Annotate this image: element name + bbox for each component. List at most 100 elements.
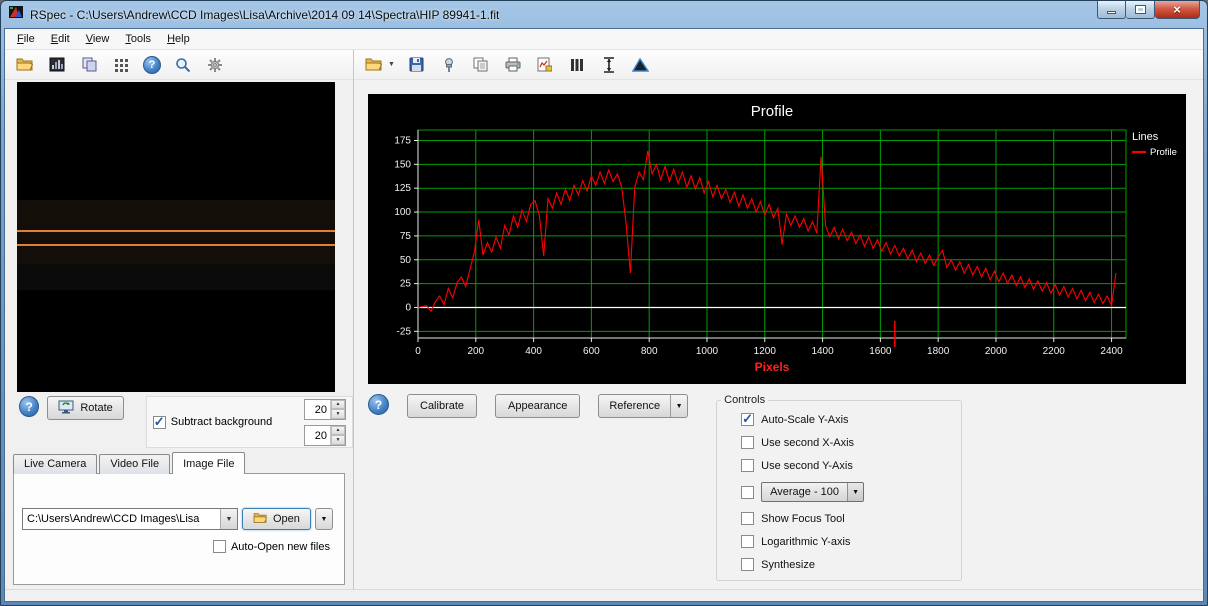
image-preview[interactable]: [17, 82, 335, 392]
synthesize-checkbox[interactable]: [741, 558, 754, 571]
logarithmic-y-checkbox[interactable]: [741, 535, 754, 548]
auto-open-checkbox[interactable]: [213, 540, 226, 553]
open-button[interactable]: Open: [242, 508, 311, 530]
second-y-axis-checkbox[interactable]: [741, 459, 754, 472]
print-icon[interactable]: [503, 55, 523, 75]
open-button-label: Open: [273, 513, 300, 525]
profile-chart[interactable]: -250255075100125150175020040060080010001…: [368, 94, 1186, 384]
peak-tool-icon[interactable]: [631, 55, 651, 75]
logarithmic-y-label: Logarithmic Y-axis: [761, 536, 850, 548]
svg-text:100: 100: [394, 207, 411, 218]
svg-text:Lines: Lines: [1132, 131, 1159, 143]
close-icon: ×: [1173, 3, 1181, 16]
spin-up-icon[interactable]: ▲: [331, 400, 345, 410]
maximize-button[interactable]: [1126, 1, 1155, 19]
svg-text:1600: 1600: [869, 346, 892, 357]
file-path-value: C:\Users\Andrew\CCD Images\Lisa: [23, 509, 220, 529]
second-x-axis-checkbox[interactable]: [741, 436, 754, 449]
reference-dropdown-icon[interactable]: ▼: [671, 403, 687, 410]
image-display-icon[interactable]: [47, 55, 67, 75]
spectrum-strip: [17, 200, 335, 264]
open-profile-icon[interactable]: [364, 55, 384, 75]
save-icon[interactable]: [407, 55, 427, 75]
settings-icon[interactable]: [205, 55, 225, 75]
auto-scale-y-label: Auto-Scale Y-Axis: [761, 414, 848, 426]
open-folder-icon[interactable]: [15, 55, 35, 75]
svg-text:150: 150: [394, 159, 411, 170]
folder-icon: [253, 512, 268, 527]
maximize-icon: [1136, 6, 1145, 13]
tab-video-file[interactable]: Video File: [99, 454, 170, 474]
menu-item-file[interactable]: File: [9, 30, 43, 48]
menu-item-tools[interactable]: Tools: [117, 30, 159, 48]
menu-item-edit[interactable]: Edit: [43, 30, 78, 48]
menu-item-view[interactable]: View: [78, 30, 118, 48]
tab-image-file[interactable]: Image File: [172, 452, 245, 474]
monitor-icon: [58, 400, 74, 417]
spin-up-icon[interactable]: ▲: [331, 426, 345, 436]
status-bar: [5, 589, 1203, 601]
svg-text:75: 75: [400, 231, 412, 242]
average-combo[interactable]: Average - 100 ▼: [761, 482, 864, 502]
copy-icon[interactable]: [79, 55, 99, 75]
calibrate-button[interactable]: Calibrate: [407, 394, 477, 418]
background-top-value: 20: [305, 400, 330, 419]
svg-text:25: 25: [400, 279, 412, 290]
svg-text:1200: 1200: [754, 346, 777, 357]
svg-text:Pixels: Pixels: [755, 360, 790, 374]
background-top-spinner[interactable]: 20 ▲ ▼: [304, 399, 346, 420]
selection-line-top[interactable]: [17, 230, 335, 232]
show-focus-tool-checkbox[interactable]: [741, 512, 754, 525]
help-icon[interactable]: ?: [143, 56, 161, 74]
columns-icon[interactable]: [567, 55, 587, 75]
zoom-icon[interactable]: [173, 55, 193, 75]
pin-icon[interactable]: [439, 55, 459, 75]
rotate-button[interactable]: Rotate: [47, 396, 123, 420]
chart-help-button[interactable]: ?: [368, 394, 389, 415]
reference-button[interactable]: Reference ▼: [598, 394, 688, 418]
spin-down-icon[interactable]: ▼: [331, 435, 345, 445]
open-options-button[interactable]: ▼: [315, 508, 333, 530]
profile-chart-svg[interactable]: -250255075100125150175020040060080010001…: [368, 94, 1186, 384]
average-checkbox[interactable]: [741, 486, 754, 499]
image-file-tab-panel: C:\Users\Andrew\CCD Images\Lisa ▼ Open ▼: [13, 473, 345, 585]
file-path-combo[interactable]: C:\Users\Andrew\CCD Images\Lisa ▼: [22, 508, 238, 530]
svg-text:0: 0: [415, 346, 421, 357]
window-title: RSpec - C:\Users\Andrew\CCD Images\Lisa\…: [30, 8, 499, 22]
controls-group-title: Controls: [721, 394, 768, 406]
help-button[interactable]: ?: [19, 396, 39, 417]
subtract-background-group: Subtract background 20 ▲ ▼: [146, 396, 353, 448]
export-chart-icon[interactable]: [535, 55, 555, 75]
window-body: File Edit View Tools Help: [4, 28, 1204, 602]
left-toolbar: ?: [5, 50, 353, 80]
spectrum-strip-lower: [17, 264, 335, 290]
second-x-axis-label: Use second X-Axis: [761, 437, 854, 449]
menu-item-help[interactable]: Help: [159, 30, 198, 48]
svg-text:0: 0: [405, 302, 411, 313]
titlebar[interactable]: RSpec - C:\Users\Andrew\CCD Images\Lisa\…: [4, 1, 1204, 28]
controls-group: Controls Auto-Scale Y-Axis Use second X-…: [716, 394, 962, 581]
show-focus-tool-label: Show Focus Tool: [761, 513, 845, 525]
auto-scale-y-checkbox[interactable]: [741, 413, 754, 426]
open-dropdown-icon[interactable]: ▼: [388, 61, 395, 68]
svg-text:Profile: Profile: [1150, 147, 1177, 158]
tab-live-camera[interactable]: Live Camera: [13, 454, 97, 474]
subtract-background-checkbox[interactable]: [153, 416, 166, 429]
background-bottom-spinner[interactable]: 20 ▲ ▼: [304, 425, 346, 446]
second-y-axis-label: Use second Y-Axis: [761, 460, 853, 472]
spin-down-icon[interactable]: ▼: [331, 409, 345, 419]
close-button[interactable]: ×: [1155, 1, 1200, 19]
average-dropdown-icon[interactable]: ▼: [847, 483, 863, 501]
image-panel: ? ?: [5, 50, 354, 589]
copy-profile-icon[interactable]: [471, 55, 491, 75]
selection-line-bottom[interactable]: [17, 244, 335, 246]
subtract-background-label: Subtract background: [171, 416, 273, 428]
minimize-button[interactable]: [1097, 1, 1126, 19]
combo-dropdown-icon[interactable]: ▼: [220, 509, 237, 529]
appearance-button[interactable]: Appearance: [495, 394, 580, 418]
svg-text:2400: 2400: [1100, 346, 1123, 357]
reference-button-label: Reference: [599, 400, 670, 412]
grid-icon[interactable]: [111, 55, 131, 75]
fit-height-icon[interactable]: [599, 55, 619, 75]
auto-open-label: Auto-Open new files: [231, 541, 330, 553]
